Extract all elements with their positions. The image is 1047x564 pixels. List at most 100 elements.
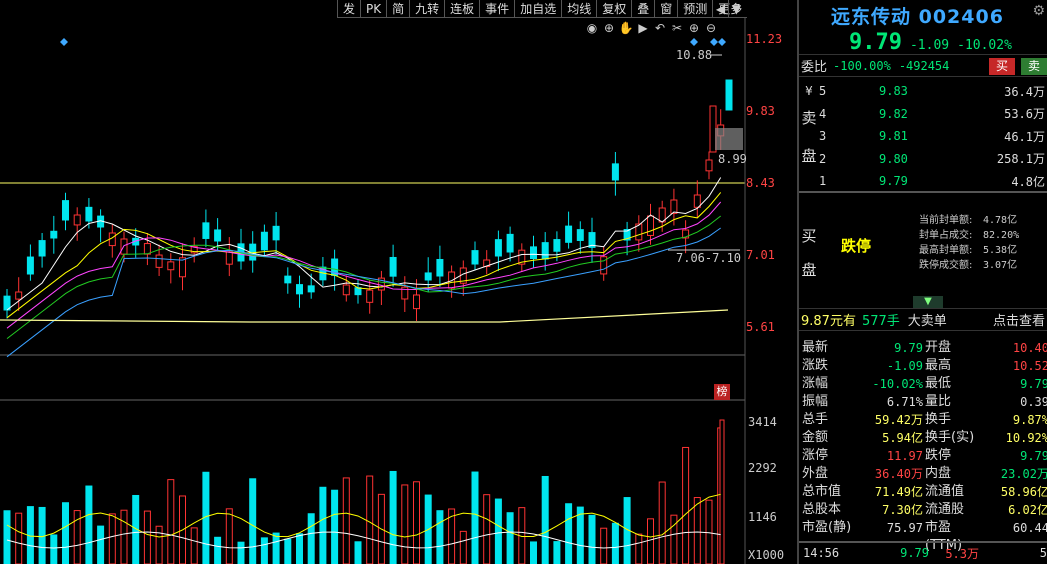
remove-icon[interactable]: ⊖ <box>703 20 719 36</box>
toolbar-item[interactable]: 均线 <box>561 0 597 18</box>
diamond-marker-icon[interactable] <box>690 38 698 46</box>
toolbar-item[interactable]: 事件 <box>479 0 515 18</box>
prev-icon[interactable]: ◀ <box>712 0 728 18</box>
kline-chart-area[interactable]: 发 PK 简九转 连板 事件 加自选 均线 复权叠窗预测 更多 ◉ ⊕ ✋ ▶ ↶ ✂ ⊕ ⊖ … <box>0 0 795 564</box>
play-icon[interactable]: ▶ <box>635 20 651 36</box>
volume-bar <box>611 522 619 564</box>
gear-icon[interactable]: ⚙ <box>1032 3 1045 19</box>
toolbar-item[interactable]: 窗 <box>654 0 678 18</box>
volume-bar <box>214 536 222 564</box>
diamond-marker-icon[interactable] <box>718 38 726 46</box>
candle-body <box>611 163 619 181</box>
volume-bar <box>260 537 268 564</box>
stat-key: 跌停 <box>925 448 952 463</box>
candle-body <box>260 231 268 251</box>
buy-button[interactable]: 买 <box>989 58 1015 75</box>
toolbar-item[interactable]: 叠 <box>631 0 655 18</box>
sell-level-row[interactable]: 1 9.79 4.8亿 <box>819 170 1047 192</box>
volume-bar <box>530 541 537 564</box>
toolbar-item[interactable]: 简 <box>386 0 410 18</box>
latest-price: 9.79 <box>849 30 902 55</box>
seal-stat-key: 封单占成交: <box>919 230 973 241</box>
stat-key: 流通值 <box>925 484 965 499</box>
candle-body <box>307 285 315 293</box>
weibi-row: 委比 -100.00% -492454 买 卖 <box>799 55 1047 77</box>
candle-body <box>284 275 292 284</box>
high-price-annotation: 10.88 <box>676 48 713 62</box>
undo-icon[interactable]: ↶ <box>652 20 668 36</box>
candle-body <box>85 206 93 222</box>
stat-key: 换手 <box>925 412 952 427</box>
buy-side-label: 买盘 <box>801 227 817 279</box>
stat-value: -10.02% <box>872 377 923 391</box>
scissors-icon[interactable]: ✂ <box>669 20 685 36</box>
toolbar-item[interactable]: PK <box>360 0 387 18</box>
volume-bar <box>155 525 163 564</box>
level-price: 9.79 <box>879 174 908 188</box>
seal-stat-value: 82.20% <box>983 230 1020 241</box>
candle-body <box>413 294 420 310</box>
candle-body <box>705 159 713 172</box>
level-qty: 36.4万 <box>1004 84 1045 99</box>
stat-value: 58.96亿 <box>1000 485 1047 499</box>
volume-bar <box>705 499 713 564</box>
toolbar-item[interactable]: 九转 <box>409 0 445 18</box>
volume-bar <box>15 512 23 564</box>
tick-count: 5 <box>1039 546 1047 560</box>
volume-bar <box>553 541 561 564</box>
eye-icon[interactable]: ◉ <box>584 20 600 36</box>
stat-row: 总股本 7.30亿 流通股 6.02亿 <box>799 501 1047 519</box>
hand-icon[interactable]: ✋ <box>618 20 634 36</box>
volume-bar <box>284 538 292 564</box>
candle-body <box>354 287 362 296</box>
stat-value: 0.39 <box>1020 395 1047 409</box>
toolbar-item[interactable]: 连板 <box>444 0 480 18</box>
stat-row: 外盘 36.40万 内盘 23.02万 <box>799 465 1047 483</box>
rank-badge[interactable]: 榜 <box>714 384 730 400</box>
candle-body <box>342 284 350 296</box>
chevron-down-icon[interactable]: ▼ <box>913 296 943 308</box>
stat-value: 9.79 <box>894 341 923 355</box>
toolbar-item[interactable]: 发 <box>337 0 361 18</box>
price-change: -1.09 <box>909 38 950 53</box>
toolbar-item[interactable]: 预测 <box>677 0 713 18</box>
candle-body <box>565 225 573 243</box>
candle-body <box>225 251 233 265</box>
sell-level-row[interactable]: 5 9.83 36.4万 <box>819 80 1047 102</box>
stat-key: 市盈(TTM) <box>925 520 963 553</box>
toolbar-item[interactable]: 复权 <box>596 0 632 18</box>
volume-bar <box>483 494 491 564</box>
dropdown-icon[interactable]: ▼ <box>728 0 744 18</box>
stat-key: 外盘 <box>802 466 829 481</box>
candle-body <box>38 240 46 257</box>
candle-body <box>576 229 584 241</box>
volume-bar <box>50 534 58 564</box>
stat-row: 总市值 71.49亿 流通值 58.96亿 <box>799 483 1047 501</box>
volume-bar <box>366 475 374 564</box>
stock-name[interactable]: 远东传动 002406 <box>831 2 1004 29</box>
zoom-in-icon[interactable]: ⊕ <box>601 20 617 36</box>
view-details-link[interactable]: 点击查看 <box>993 310 1047 329</box>
level-qty: 258.1万 <box>996 152 1045 166</box>
price-axis-label: 5.61 <box>746 320 775 334</box>
stat-row: 总手 59.42万 换手 9.87% <box>799 411 1047 429</box>
volume-bar <box>413 481 420 564</box>
seal-stat-key: 跌停成交额: <box>919 260 973 271</box>
sell-button[interactable]: 卖 <box>1021 58 1047 75</box>
candle-body <box>647 215 654 236</box>
sell-level-row[interactable]: 3 9.81 46.1万 <box>819 125 1047 147</box>
big-order-volume: 577手 <box>861 314 900 329</box>
add-icon[interactable]: ⊕ <box>686 20 702 36</box>
stat-key: 涨幅 <box>802 376 829 391</box>
candle-body <box>272 225 280 241</box>
diamond-marker-icon[interactable] <box>710 38 718 46</box>
toolbar-item[interactable]: 加自选 <box>514 0 562 18</box>
level-number: 1 <box>819 174 827 188</box>
sell-level-row[interactable]: 4 9.82 53.6万 <box>819 103 1047 125</box>
volume-axis-label: 1146 <box>748 510 777 524</box>
sell-level-row[interactable]: 2 9.80 258.1万 <box>819 148 1047 170</box>
big-order-type: 大卖单 <box>907 314 947 329</box>
kline-chart-canvas[interactable] <box>0 0 795 564</box>
volume-bar <box>506 512 514 564</box>
diamond-marker-icon[interactable] <box>60 38 68 46</box>
